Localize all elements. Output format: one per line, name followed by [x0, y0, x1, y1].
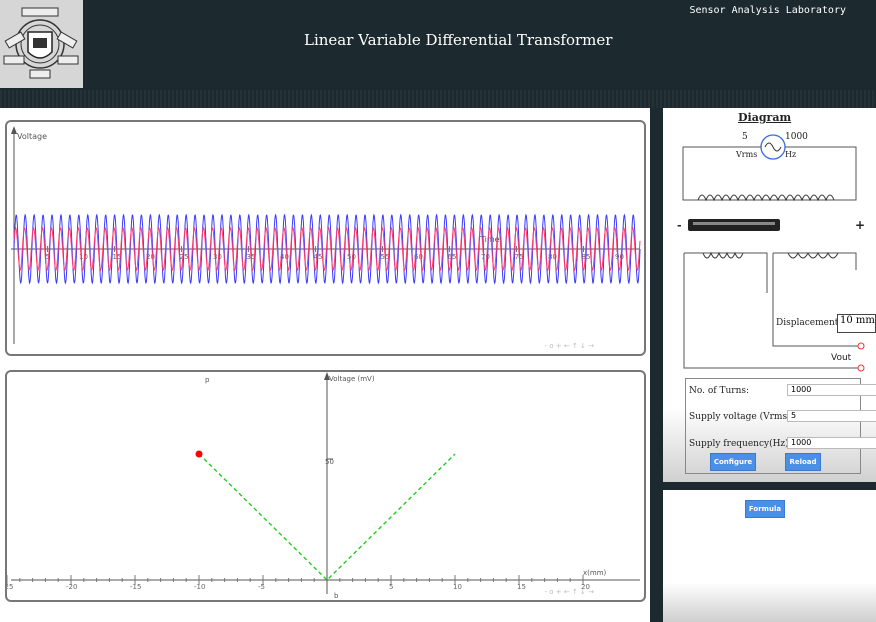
configure-button[interactable]: Configure: [710, 453, 756, 471]
vout-label: Vout: [831, 353, 852, 363]
x-tick-label: 5: [389, 583, 393, 591]
x-tick-label: -5: [258, 583, 265, 591]
lvdt-diagram: - + Vout: [677, 134, 865, 372]
voltage-displacement-chart[interactable]: Voltage (mV) x(mm) 50 b p -25 -20 -15 -10 -5…: [5, 370, 646, 602]
college-logo: [0, 0, 83, 88]
config-form: No. of Turns: 1000 Supply voltage (Vrms)…: [685, 378, 876, 474]
diagram-panel: Diagram 5 1000 Vrms Hz - + Vout Displace…: [663, 108, 876, 482]
turns-label: No. of Turns:: [689, 386, 750, 396]
minus-sign: -: [677, 219, 682, 232]
x-tick-label: 15: [517, 583, 526, 591]
frequency-input[interactable]: 1000: [787, 437, 876, 449]
voltage-input[interactable]: 5: [787, 410, 876, 422]
chart-navigation[interactable]: - o + ← ↑ ↓ →: [545, 588, 595, 596]
displacement-marker[interactable]: [195, 450, 203, 458]
header-band: [0, 90, 876, 108]
turns-input[interactable]: 1000: [787, 384, 876, 396]
displacement-label: Displacement: [776, 318, 839, 328]
origin-label: b: [334, 592, 339, 600]
x-tick-label: -20: [66, 583, 77, 591]
y-tick-50: 50: [325, 458, 334, 466]
x-tick-label: 30: [213, 253, 222, 261]
lab-name: Sensor Analysis Laboratory: [689, 5, 846, 16]
x-tick-label: 10: [79, 253, 88, 261]
reload-button[interactable]: Reload: [785, 453, 821, 471]
x-axis-label: x(mm): [583, 569, 607, 577]
x-tick-label: -25: [7, 583, 13, 591]
voltage-time-chart[interactable]: Voltage Time 5 10 15 20 25 30 35 40 45 50 55 60 65 70…: [5, 120, 646, 356]
voltage-label: Supply voltage (Vrms):: [689, 412, 794, 422]
x-tick-label: -15: [130, 583, 141, 591]
series-blue-wave: [13, 213, 641, 285]
formula-panel: Formula: [663, 490, 876, 622]
formula-button[interactable]: Formula: [745, 500, 785, 518]
vout-terminal-negative: [857, 364, 865, 372]
x-tick-label: 90: [615, 253, 624, 261]
x-tick-label: 10: [453, 583, 462, 591]
voltage-displacement-plot: Voltage (mV) x(mm) 50 b p -25 -20 -15 -10 -5…: [7, 372, 640, 600]
displacement-readout: 10 mm: [837, 314, 876, 333]
plus-sign: +: [855, 218, 865, 232]
x-tick-label: -10: [194, 583, 205, 591]
x-tick-label: 50: [347, 253, 356, 261]
y-axis-label: Voltage: [17, 132, 47, 141]
voltage-time-plot: Voltage Time 5 10 15 20 25 30 35 40 45 50 55 60 65 70…: [11, 126, 641, 344]
x-tick-label: 70: [481, 253, 490, 261]
vout-terminal-positive: [857, 342, 865, 350]
page-title: Linear Variable Differential Transformer: [304, 31, 613, 49]
chart-navigation[interactable]: - o + ← ↑ ↓ →: [545, 342, 595, 350]
peak-label: p: [205, 376, 210, 384]
header: Sensor Analysis Laboratory Linear Variab…: [0, 0, 876, 90]
y-axis-label: Voltage (mV): [329, 375, 375, 383]
frequency-label: Supply frequency(Hz):: [689, 439, 792, 449]
plots-pane: Voltage Time 5 10 15 20 25 30 35 40 45 50 55 60 65 70…: [0, 108, 650, 622]
